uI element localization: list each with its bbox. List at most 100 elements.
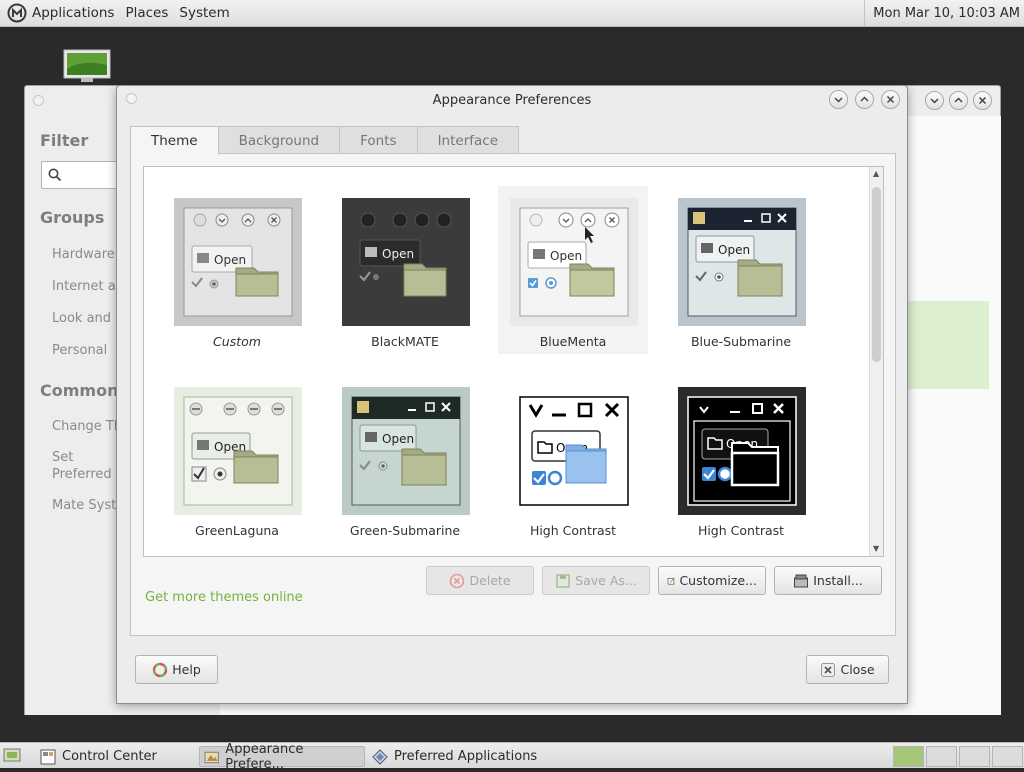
theme-item-custom[interactable]: Open Custom bbox=[162, 186, 312, 354]
workspace-1[interactable] bbox=[893, 746, 924, 767]
task-set-preferred-apps[interactable]: Set Preferred Applications bbox=[52, 449, 117, 483]
taskbar-label: Control Center bbox=[62, 749, 157, 764]
theme-list[interactable]: Open Custom Open BlackMATE Open BlueMent… bbox=[143, 166, 884, 557]
delete-button[interactable]: Delete bbox=[426, 566, 534, 595]
preferred-apps-icon bbox=[372, 748, 388, 765]
menu-applications[interactable]: Applications bbox=[32, 5, 114, 21]
theme-preview-high-contrast: Open bbox=[510, 387, 638, 515]
scrollbar-thumb[interactable] bbox=[872, 187, 881, 362]
theme-preview-blue-submarine: Open bbox=[678, 198, 806, 326]
computer-desktop-icon[interactable] bbox=[63, 49, 111, 85]
taskbar-preferred-applications[interactable]: Preferred Applications bbox=[368, 746, 541, 767]
theme-list-scrollbar[interactable]: ▲ ▼ bbox=[869, 167, 883, 556]
tab-interface[interactable]: Interface bbox=[416, 126, 520, 154]
selected-item-highlight bbox=[907, 301, 989, 389]
tab-background[interactable]: Background bbox=[217, 126, 341, 154]
menu-places[interactable]: Places bbox=[125, 5, 168, 21]
theme-preview-blackmate: Open bbox=[342, 198, 470, 326]
theme-item-greenlaguna[interactable]: Open GreenLaguna bbox=[162, 375, 312, 543]
get-more-themes-link[interactable]: Get more themes online bbox=[145, 590, 303, 605]
theme-name: BlueMenta bbox=[539, 334, 607, 349]
theme-name: Blue-Submarine bbox=[690, 334, 792, 349]
theme-preview-open-label: Open bbox=[382, 432, 414, 446]
theme-name: High Contrast bbox=[529, 523, 617, 538]
minimize-button[interactable] bbox=[925, 91, 944, 110]
bottom-panel: Control Center Appearance Prefere... Pre… bbox=[0, 742, 1024, 772]
theme-preview-high-contrast-inverse: Open bbox=[678, 387, 806, 515]
menu-system[interactable]: System bbox=[179, 5, 229, 21]
theme-preview-custom: Open bbox=[174, 198, 302, 326]
install-button[interactable]: Install... bbox=[774, 566, 882, 595]
save-as-label: Save As... bbox=[575, 573, 637, 588]
taskbar-control-center[interactable]: Control Center bbox=[36, 746, 161, 767]
show-desktop-icon[interactable] bbox=[3, 748, 21, 764]
minimize-button[interactable] bbox=[829, 90, 848, 109]
theme-preview-open-label: Open bbox=[550, 249, 582, 263]
workspace-4[interactable] bbox=[992, 746, 1023, 767]
scroll-down-arrow-icon[interactable]: ▼ bbox=[873, 545, 879, 553]
dialog-title: Appearance Preferences bbox=[432, 93, 592, 108]
theme-preview-open-label: Open bbox=[214, 253, 246, 267]
install-label: Install... bbox=[813, 573, 863, 588]
theme-preview-open-label: Open bbox=[382, 247, 414, 261]
theme-preview-bluementa: Open bbox=[510, 198, 638, 326]
close-icon bbox=[978, 96, 987, 105]
save-icon bbox=[556, 573, 570, 588]
chevron-down-icon bbox=[930, 98, 939, 104]
filter-heading: Filter bbox=[40, 131, 89, 150]
close-button[interactable] bbox=[881, 90, 900, 109]
appearance-preferences-dialog: Appearance Preferences Theme Background … bbox=[116, 85, 908, 704]
maximize-button[interactable] bbox=[949, 91, 968, 110]
theme-item-blackmate[interactable]: Open BlackMATE bbox=[330, 186, 480, 354]
taskbar-label: Appearance Prefere... bbox=[225, 741, 304, 772]
dialog-titlebar[interactable]: Appearance Preferences bbox=[117, 86, 907, 116]
tab-theme[interactable]: Theme bbox=[130, 126, 219, 155]
theme-name: BlackMATE bbox=[371, 334, 439, 349]
workspace-2[interactable] bbox=[926, 746, 957, 767]
chevron-down-icon bbox=[834, 97, 843, 103]
theme-item-green-submarine[interactable]: Open Green-Submarine bbox=[330, 375, 480, 543]
taskbar-label: Preferred Applications bbox=[394, 749, 538, 764]
theme-tab-page: Open Custom Open BlackMATE Open BlueMent… bbox=[130, 153, 896, 636]
close-button[interactable] bbox=[973, 91, 992, 110]
tab-fonts[interactable]: Fonts bbox=[339, 126, 418, 154]
close-dialog-button[interactable]: Close bbox=[806, 655, 889, 684]
control-center-icon bbox=[40, 749, 56, 764]
theme-preview-green-submarine: Open bbox=[342, 387, 470, 515]
common-tasks-heading: Common Tasks bbox=[40, 381, 125, 400]
close-icon bbox=[886, 95, 895, 104]
chevron-up-icon bbox=[860, 96, 869, 102]
customize-icon bbox=[667, 576, 675, 584]
top-panel: Applications Places System Mon Mar 10, 1… bbox=[0, 0, 1024, 27]
theme-preview-open-label: Open bbox=[718, 243, 750, 257]
groups-heading: Groups bbox=[40, 208, 105, 227]
help-icon bbox=[153, 662, 168, 677]
appearance-icon bbox=[204, 751, 219, 763]
clock[interactable]: Mon Mar 10, 10:03 AM bbox=[864, 0, 1024, 26]
theme-name: High Contrast bbox=[697, 523, 785, 538]
delete-icon bbox=[450, 573, 465, 588]
workspace-3[interactable] bbox=[959, 746, 990, 767]
help-label: Help bbox=[172, 662, 201, 677]
delete-label: Delete bbox=[469, 573, 511, 588]
tab-bar: Theme Background Fonts Interface bbox=[130, 126, 520, 155]
theme-item-high-contrast-inverse[interactable]: Open High Contrast bbox=[666, 375, 816, 543]
search-icon bbox=[48, 168, 62, 182]
theme-item-blue-submarine[interactable]: Open Blue-Submarine bbox=[666, 186, 816, 354]
customize-label: Customize... bbox=[679, 573, 757, 588]
theme-item-high-contrast[interactable]: Open High Contrast bbox=[498, 375, 648, 543]
install-icon bbox=[794, 574, 809, 587]
maximize-button[interactable] bbox=[855, 90, 874, 109]
theme-item-bluementa[interactable]: Open BlueMenta bbox=[498, 186, 648, 354]
theme-name: GreenLaguna bbox=[195, 523, 279, 538]
scroll-up-arrow-icon[interactable]: ▲ bbox=[873, 170, 879, 178]
taskbar-appearance-preferences[interactable]: Appearance Prefere... bbox=[199, 742, 365, 772]
window-menu-dot[interactable] bbox=[33, 95, 44, 106]
customize-button[interactable]: Customize... bbox=[658, 566, 766, 595]
close-icon bbox=[821, 662, 836, 677]
help-button[interactable]: Help bbox=[135, 655, 218, 684]
save-as-button[interactable]: Save As... bbox=[542, 566, 650, 595]
theme-name: Green-Submarine bbox=[349, 523, 461, 538]
mate-logo-icon[interactable] bbox=[7, 3, 27, 23]
theme-preview-greenlaguna: Open bbox=[174, 387, 302, 515]
